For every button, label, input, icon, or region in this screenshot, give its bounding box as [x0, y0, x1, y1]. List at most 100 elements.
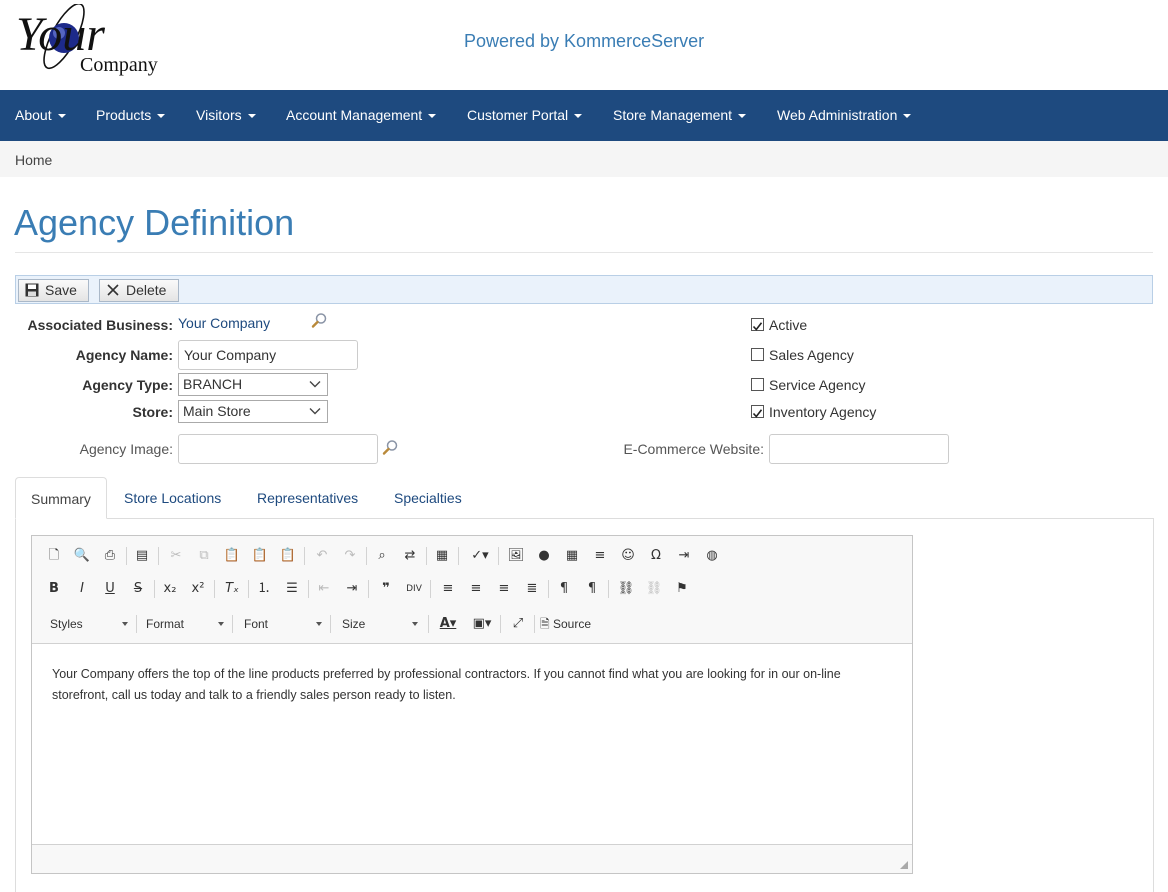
indent-icon[interactable]: ⇥ — [342, 579, 362, 599]
text-direction-rtl-icon[interactable]: ¶ — [582, 579, 602, 599]
image-icon[interactable]: 🖼 — [506, 546, 526, 566]
tab-specialties[interactable]: Specialties — [379, 477, 477, 519]
font-combo-label: Font — [244, 617, 269, 631]
background-color-icon[interactable]: ▣▾ — [468, 614, 496, 634]
nav-about[interactable]: About — [15, 90, 66, 141]
align-justify-icon[interactable]: ≣ — [522, 579, 542, 599]
delete-button[interactable]: Delete — [99, 279, 179, 302]
copy-icon[interactable]: ⧉ — [194, 546, 214, 566]
nav-web-administration[interactable]: Web Administration — [777, 90, 912, 141]
checkbox-inventory-agency-box[interactable] — [751, 405, 764, 418]
main-navbar: About Products Visitors Account Manageme… — [0, 90, 1168, 141]
source-button[interactable]: 🗎 Source — [540, 614, 604, 634]
bulleted-list-icon[interactable]: ☰ — [282, 579, 302, 599]
search-icon[interactable] — [382, 439, 399, 456]
align-right-icon[interactable]: ≡ — [494, 579, 514, 599]
remove-format-icon[interactable]: Tₓ — [222, 579, 242, 599]
associated-business-link[interactable]: Your Company — [178, 315, 270, 331]
numbered-list-icon[interactable]: ⒈ — [254, 579, 274, 599]
flash-icon[interactable]: ● — [534, 546, 554, 566]
select-all-icon[interactable]: ▦ — [432, 546, 452, 566]
size-combo[interactable]: Size — [336, 614, 422, 634]
undo-icon[interactable]: ↶ — [312, 546, 332, 566]
strikethrough-icon[interactable]: S — [128, 579, 148, 599]
styles-combo[interactable]: Styles — [44, 614, 132, 634]
chevron-down-icon — [309, 408, 321, 415]
iframe-globe-icon[interactable]: ◍ — [702, 546, 722, 566]
tab-store-locations[interactable]: Store Locations — [109, 477, 236, 519]
tab-summary[interactable]: Summary — [15, 477, 107, 519]
checkbox-service-agency-box[interactable] — [751, 378, 764, 391]
search-icon[interactable] — [311, 312, 328, 329]
paste-word-icon[interactable]: 📋 — [278, 546, 298, 566]
checkbox-active-box[interactable] — [751, 318, 764, 331]
agency-image-field[interactable] — [178, 434, 378, 464]
chevron-down-icon — [309, 381, 321, 388]
styles-combo-label: Styles — [50, 617, 83, 631]
nav-account-management[interactable]: Account Management — [286, 90, 437, 141]
text-color-icon[interactable]: A▾ — [434, 614, 462, 634]
agency-type-select[interactable]: BRANCH — [178, 373, 328, 396]
special-char-icon[interactable]: Ω — [646, 546, 666, 566]
cut-icon[interactable]: ✂ — [166, 546, 186, 566]
nav-store-management[interactable]: Store Management — [613, 90, 747, 141]
format-combo-label: Format — [146, 617, 185, 631]
caret-down-icon — [574, 114, 583, 119]
paste-icon[interactable]: 📋 — [222, 546, 242, 566]
preview-icon[interactable]: 🔍 — [72, 546, 92, 566]
link-icon[interactable]: ⛓ — [616, 579, 636, 599]
tab-representatives[interactable]: Representatives — [242, 477, 373, 519]
caret-down-icon — [157, 114, 166, 119]
breadcrumb-home[interactable]: Home — [15, 152, 52, 168]
toolbar-separator — [534, 615, 535, 633]
anchor-flag-icon[interactable]: ⚑ — [672, 579, 692, 599]
outdent-icon[interactable]: ⇤ — [314, 579, 334, 599]
save-button[interactable]: Save — [18, 279, 89, 302]
nav-products[interactable]: Products — [96, 90, 166, 141]
paste-text-icon[interactable]: 📋 — [250, 546, 270, 566]
maximize-icon[interactable]: ⤢ — [508, 614, 528, 634]
nav-products-label: Products — [96, 107, 152, 123]
size-combo-label: Size — [342, 617, 366, 631]
italic-icon[interactable]: I — [72, 579, 92, 599]
text-direction-ltr-icon[interactable]: ¶ — [554, 579, 574, 599]
editor-content-area[interactable]: Your Company offers the top of the line … — [32, 643, 912, 845]
checkbox-service-agency-label: Service Agency — [769, 377, 866, 393]
format-combo[interactable]: Format — [140, 614, 228, 634]
resize-grip-icon[interactable] — [900, 861, 908, 869]
align-center-icon[interactable]: ≡ — [466, 579, 486, 599]
new-page-icon[interactable]: 🗋 — [44, 546, 64, 566]
toolbar-separator — [428, 615, 429, 633]
table-icon[interactable]: ▦ — [562, 546, 582, 566]
create-div-icon[interactable]: DIV — [404, 579, 424, 599]
find-icon[interactable]: ⌕ — [372, 546, 392, 566]
dropdown-arrow-icon — [316, 622, 322, 626]
toolbar-separator — [154, 580, 155, 598]
templates-icon[interactable]: ▤ — [132, 546, 152, 566]
store-select[interactable]: Main Store — [178, 400, 328, 423]
nav-visitors[interactable]: Visitors — [196, 90, 256, 141]
caret-down-icon — [903, 114, 912, 119]
company-logo[interactable]: Your Company — [14, 2, 164, 78]
page-break-icon[interactable]: ⇥ — [674, 546, 694, 566]
ecommerce-website-field[interactable] — [769, 434, 949, 464]
subscript-icon[interactable]: x₂ — [160, 579, 180, 599]
smiley-icon[interactable]: ☺ — [618, 546, 638, 566]
horizontal-line-icon[interactable]: ≡ — [590, 546, 610, 566]
print-icon[interactable]: ⎙ — [100, 546, 120, 566]
align-left-icon[interactable]: ≡ — [438, 579, 458, 599]
nav-customer-portal[interactable]: Customer Portal — [467, 90, 583, 141]
superscript-icon[interactable]: x² — [188, 579, 208, 599]
replace-icon[interactable]: ⇄ — [400, 546, 420, 566]
toolbar-separator — [158, 547, 159, 565]
underline-icon[interactable]: U — [100, 579, 120, 599]
unlink-icon[interactable]: ⛓ — [644, 579, 664, 599]
agency-name-field[interactable] — [178, 340, 358, 370]
font-combo[interactable]: Font — [238, 614, 326, 634]
blockquote-icon[interactable]: ❞ — [376, 579, 396, 599]
toolbar-separator — [330, 615, 331, 633]
checkbox-sales-agency-box[interactable] — [751, 348, 764, 361]
spellcheck-icon[interactable]: ✓▾ — [466, 546, 494, 566]
redo-icon[interactable]: ↷ — [340, 546, 360, 566]
bold-icon[interactable]: B — [44, 579, 64, 599]
